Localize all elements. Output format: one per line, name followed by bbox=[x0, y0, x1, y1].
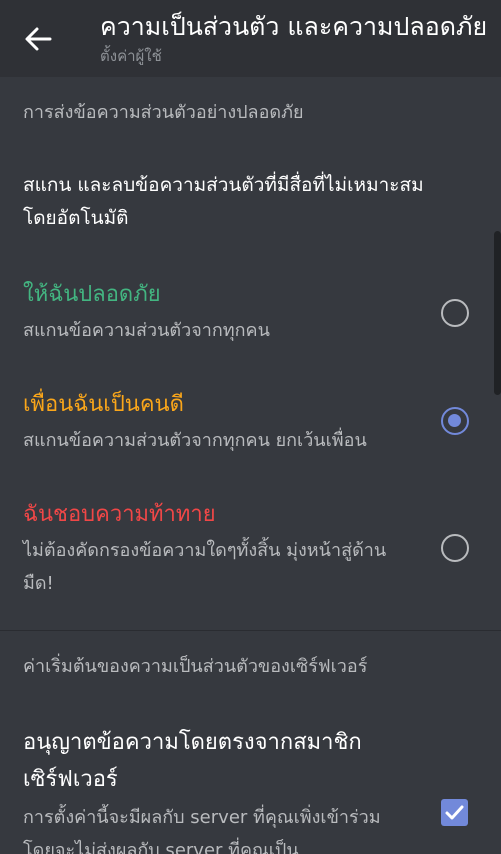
page-subtitle: ตั้งค่าผู้ใช้ bbox=[100, 47, 162, 65]
option-friends-are-nice[interactable]: เพื่อนฉันเป็นคนดี สแกนข้อความส่วนตัวจากท… bbox=[0, 390, 501, 460]
allow-dm-subtitle: การตั้งค่านี้จะมีผลกับ server ที่คุณเพิ่… bbox=[23, 807, 381, 854]
option-keep-me-safe[interactable]: ให้ฉันปลอดภัย สแกนข้อความส่วนตัวจากทุกคน bbox=[0, 280, 501, 350]
radio-button[interactable] bbox=[441, 299, 469, 327]
radio-button[interactable] bbox=[441, 407, 469, 435]
option-title: ให้ฉันปลอดภัย bbox=[23, 282, 161, 307]
option-subtitle: สแกนข้อความส่วนตัวจากทุกคน bbox=[23, 320, 270, 341]
option-title: ฉันชอบความท้าทาย bbox=[23, 502, 216, 527]
app-header: ความเป็นส่วนตัว และความปลอดภัย ตั้งค่าผู… bbox=[0, 0, 501, 77]
settings-scroll-area[interactable]: การส่งข้อความส่วนตัวอย่างปลอดภัย สแกน แล… bbox=[0, 77, 501, 854]
safe-dm-description: สแกน และลบข้อความส่วนตัวที่มีสื่อที่ไม่เ… bbox=[23, 174, 424, 229]
section-divider bbox=[0, 630, 501, 631]
page-title: ความเป็นส่วนตัว และความปลอดภัย bbox=[100, 12, 488, 41]
back-button[interactable] bbox=[20, 22, 58, 56]
option-living-on-edge[interactable]: ฉันชอบความท้าทาย ไม่ต้องคัดกรองข้อความใด… bbox=[0, 500, 501, 600]
allow-dm-checkbox[interactable] bbox=[441, 799, 468, 826]
section-label-safe-dm: การส่งข้อความส่วนตัวอย่างปลอดภัย bbox=[23, 102, 304, 123]
option-subtitle: ไม่ต้องคัดกรองข้อความใดๆทั้งสิ้น มุ่งหน้… bbox=[23, 540, 387, 594]
section-label-server-privacy: ค่าเริ่มต้นของความเป็นส่วนตัวของเซิร์ฟเว… bbox=[23, 656, 368, 677]
checkmark-icon bbox=[445, 805, 464, 820]
allow-dm-title: อนุญาตข้อความโดยตรงจากสมาชิกเซิร์ฟเวอร์ bbox=[23, 730, 362, 792]
radio-button[interactable] bbox=[441, 534, 469, 562]
arrow-left-icon bbox=[25, 27, 52, 51]
option-subtitle: สแกนข้อความส่วนตัวจากทุกคน ยกเว้นเพื่อน bbox=[23, 430, 367, 451]
option-title: เพื่อนฉันเป็นคนดี bbox=[23, 392, 184, 417]
scrollbar[interactable] bbox=[494, 231, 501, 395]
